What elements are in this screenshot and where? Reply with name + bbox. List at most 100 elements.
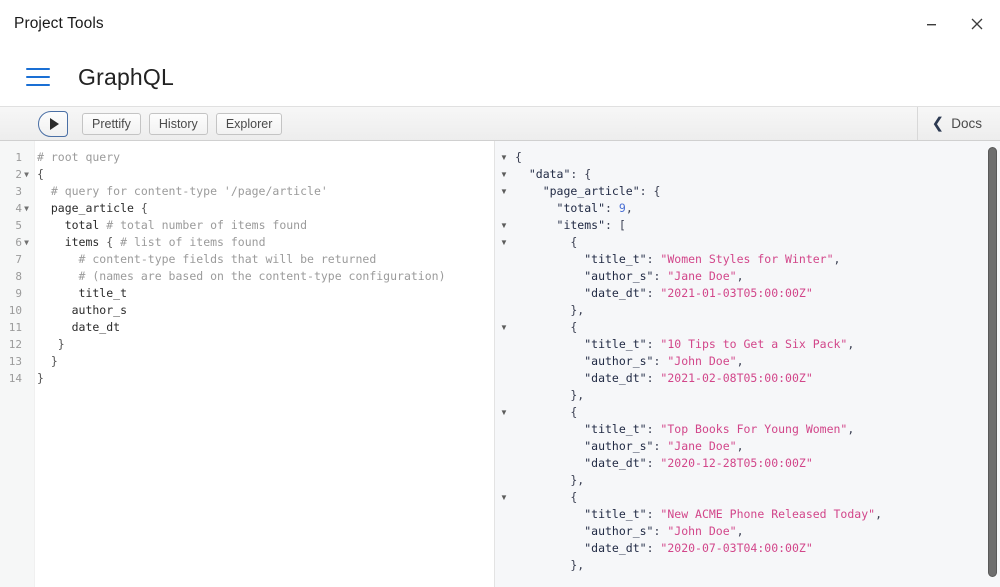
result-fold-arrow-icon[interactable]: ▼ xyxy=(495,404,513,421)
result-fold-arrow-icon[interactable]: ▼ xyxy=(495,234,513,251)
result-token: { xyxy=(515,405,578,419)
result-token: , xyxy=(736,354,744,368)
result-token: : xyxy=(646,286,661,300)
result-token: "items" xyxy=(515,218,606,232)
result-token: "page_article" xyxy=(515,184,640,198)
line-number: 5 xyxy=(15,219,22,232)
code-line: date_dt xyxy=(37,319,494,336)
result-token: : xyxy=(646,507,661,521)
result-scrollbar-thumb[interactable] xyxy=(988,147,997,577)
result-token: "2020-07-03T04:00:00Z" xyxy=(660,541,813,555)
result-line: { xyxy=(515,404,1000,421)
fold-arrow-icon[interactable]: ▼ xyxy=(22,238,31,247)
line-number: 10 xyxy=(8,304,22,317)
code-token: title_t xyxy=(37,286,128,300)
gutter-row: 6 ▼ xyxy=(0,234,34,251)
code-line: items { # list of items found xyxy=(37,234,494,251)
result-token: : { xyxy=(570,167,592,181)
result-token: { xyxy=(515,150,522,164)
hamburger-icon[interactable] xyxy=(26,68,50,86)
explorer-button[interactable]: Explorer xyxy=(215,112,283,135)
result-scrollbar[interactable] xyxy=(988,147,997,581)
gutter-row: 4 ▼ xyxy=(0,200,34,217)
result-token: "John Doe" xyxy=(667,354,737,368)
code-token: date_dt xyxy=(37,320,121,334)
minimize-button[interactable] xyxy=(908,0,954,48)
prettify-button[interactable]: Prettify xyxy=(82,112,141,135)
close-button[interactable] xyxy=(954,0,1000,48)
result-token: : xyxy=(653,354,668,368)
execute-query-button[interactable] xyxy=(38,110,68,137)
result-line: "items": [ xyxy=(515,217,1000,234)
result-token: "2021-01-03T05:00:00Z" xyxy=(660,286,813,300)
gutter-row: 3▼ xyxy=(0,183,34,200)
result-line: "title_t": "Women Styles for Winter", xyxy=(515,251,1000,268)
code-token: } xyxy=(37,371,44,385)
result-fold-arrow-icon[interactable]: ▼ xyxy=(495,149,513,166)
result-fold-arrow-icon[interactable]: ▼ xyxy=(495,166,513,183)
app-window: Project Tools GraphQL Prettify History E… xyxy=(0,0,1000,587)
window-title: Project Tools xyxy=(14,15,104,32)
result-token: "Women Styles for Winter" xyxy=(660,252,834,266)
result-token: "title_t" xyxy=(515,252,647,266)
code-line: } xyxy=(37,336,494,353)
fold-arrow-icon[interactable]: ▼ xyxy=(22,204,31,213)
code-line: # content-type fields that will be retur… xyxy=(37,251,494,268)
code-line: } xyxy=(37,353,494,370)
result-line: }, xyxy=(515,302,1000,319)
result-viewer-pane[interactable]: ▼▼▼▼▼▼▼▼▼▼▼▼▼▼▼▼▼▼▼▼▼▼▼▼▼ { "data": { "p… xyxy=(495,141,1000,587)
code-token: # root query xyxy=(37,150,121,164)
result-line: "title_t": "Top Books For Young Women", xyxy=(515,421,1000,438)
result-token: "John Doe" xyxy=(667,524,737,538)
result-token: , xyxy=(736,439,744,453)
line-number: 12 xyxy=(8,338,22,351)
result-line: "page_article": { xyxy=(515,183,1000,200)
result-fold-arrow-icon[interactable]: ▼ xyxy=(495,183,513,200)
result-token: "author_s" xyxy=(515,524,654,538)
result-fold-arrow-icon[interactable]: ▼ xyxy=(495,217,513,234)
play-icon xyxy=(49,117,59,130)
code-token: # total number of items found xyxy=(106,218,308,232)
code-token: } xyxy=(37,354,58,368)
result-fold-arrow-icon[interactable]: ▼ xyxy=(495,319,513,336)
result-fold-arrow-icon[interactable]: ▼ xyxy=(495,489,513,506)
result-token: { xyxy=(515,235,578,249)
result-token: { xyxy=(515,320,578,334)
result-fold-gutter: ▼▼▼▼▼▼▼▼▼▼▼▼▼▼▼▼▼▼▼▼▼▼▼▼▼ xyxy=(495,141,513,587)
result-line: "date_dt": "2020-07-03T04:00:00Z" xyxy=(515,540,1000,557)
code-token: # content-type fields that will be retur… xyxy=(37,252,377,266)
code-token: { xyxy=(140,201,148,215)
result-token: : xyxy=(646,422,661,436)
result-token: "data" xyxy=(515,167,571,181)
result-line: "date_dt": "2021-01-03T05:00:00Z" xyxy=(515,285,1000,302)
history-button[interactable]: History xyxy=(148,112,208,135)
line-number: 6 xyxy=(15,236,22,249)
result-token: : xyxy=(653,269,668,283)
window-controls xyxy=(908,0,1000,48)
query-line-number-gutter: 1▼2▼3▼4▼5▼6▼7▼8▼9▼10▼11▼12▼13▼14▼ xyxy=(0,141,35,587)
result-line: }, xyxy=(515,387,1000,404)
result-token: 9 xyxy=(618,201,626,215)
result-token: "Jane Doe" xyxy=(667,269,737,283)
result-token: "title_t" xyxy=(515,422,647,436)
app-header: GraphQL xyxy=(0,48,1000,106)
query-code-area[interactable]: # root query { # query for content-type '… xyxy=(35,141,494,587)
code-line: author_s xyxy=(37,302,494,319)
code-line: total # total number of items found xyxy=(37,217,494,234)
code-line: } xyxy=(37,370,494,387)
result-token: : xyxy=(646,252,661,266)
result-token: }, xyxy=(515,303,585,317)
fold-arrow-icon[interactable]: ▼ xyxy=(22,170,31,179)
result-token: , xyxy=(875,507,882,521)
result-line: { xyxy=(515,489,1000,506)
docs-label: Docs xyxy=(951,116,982,131)
query-editor-pane[interactable]: 1▼2▼3▼4▼5▼6▼7▼8▼9▼10▼11▼12▼13▼14▼ # root… xyxy=(0,141,495,587)
result-line: "author_s": "Jane Doe", xyxy=(515,438,1000,455)
docs-button[interactable]: ❮ Docs xyxy=(916,107,1000,140)
line-number: 4 xyxy=(15,202,22,215)
result-token: "2021-02-08T05:00:00Z" xyxy=(660,371,813,385)
result-token: , xyxy=(736,269,744,283)
result-line: { xyxy=(515,319,1000,336)
code-token: author_s xyxy=(37,303,128,317)
result-token: : { xyxy=(639,184,661,198)
